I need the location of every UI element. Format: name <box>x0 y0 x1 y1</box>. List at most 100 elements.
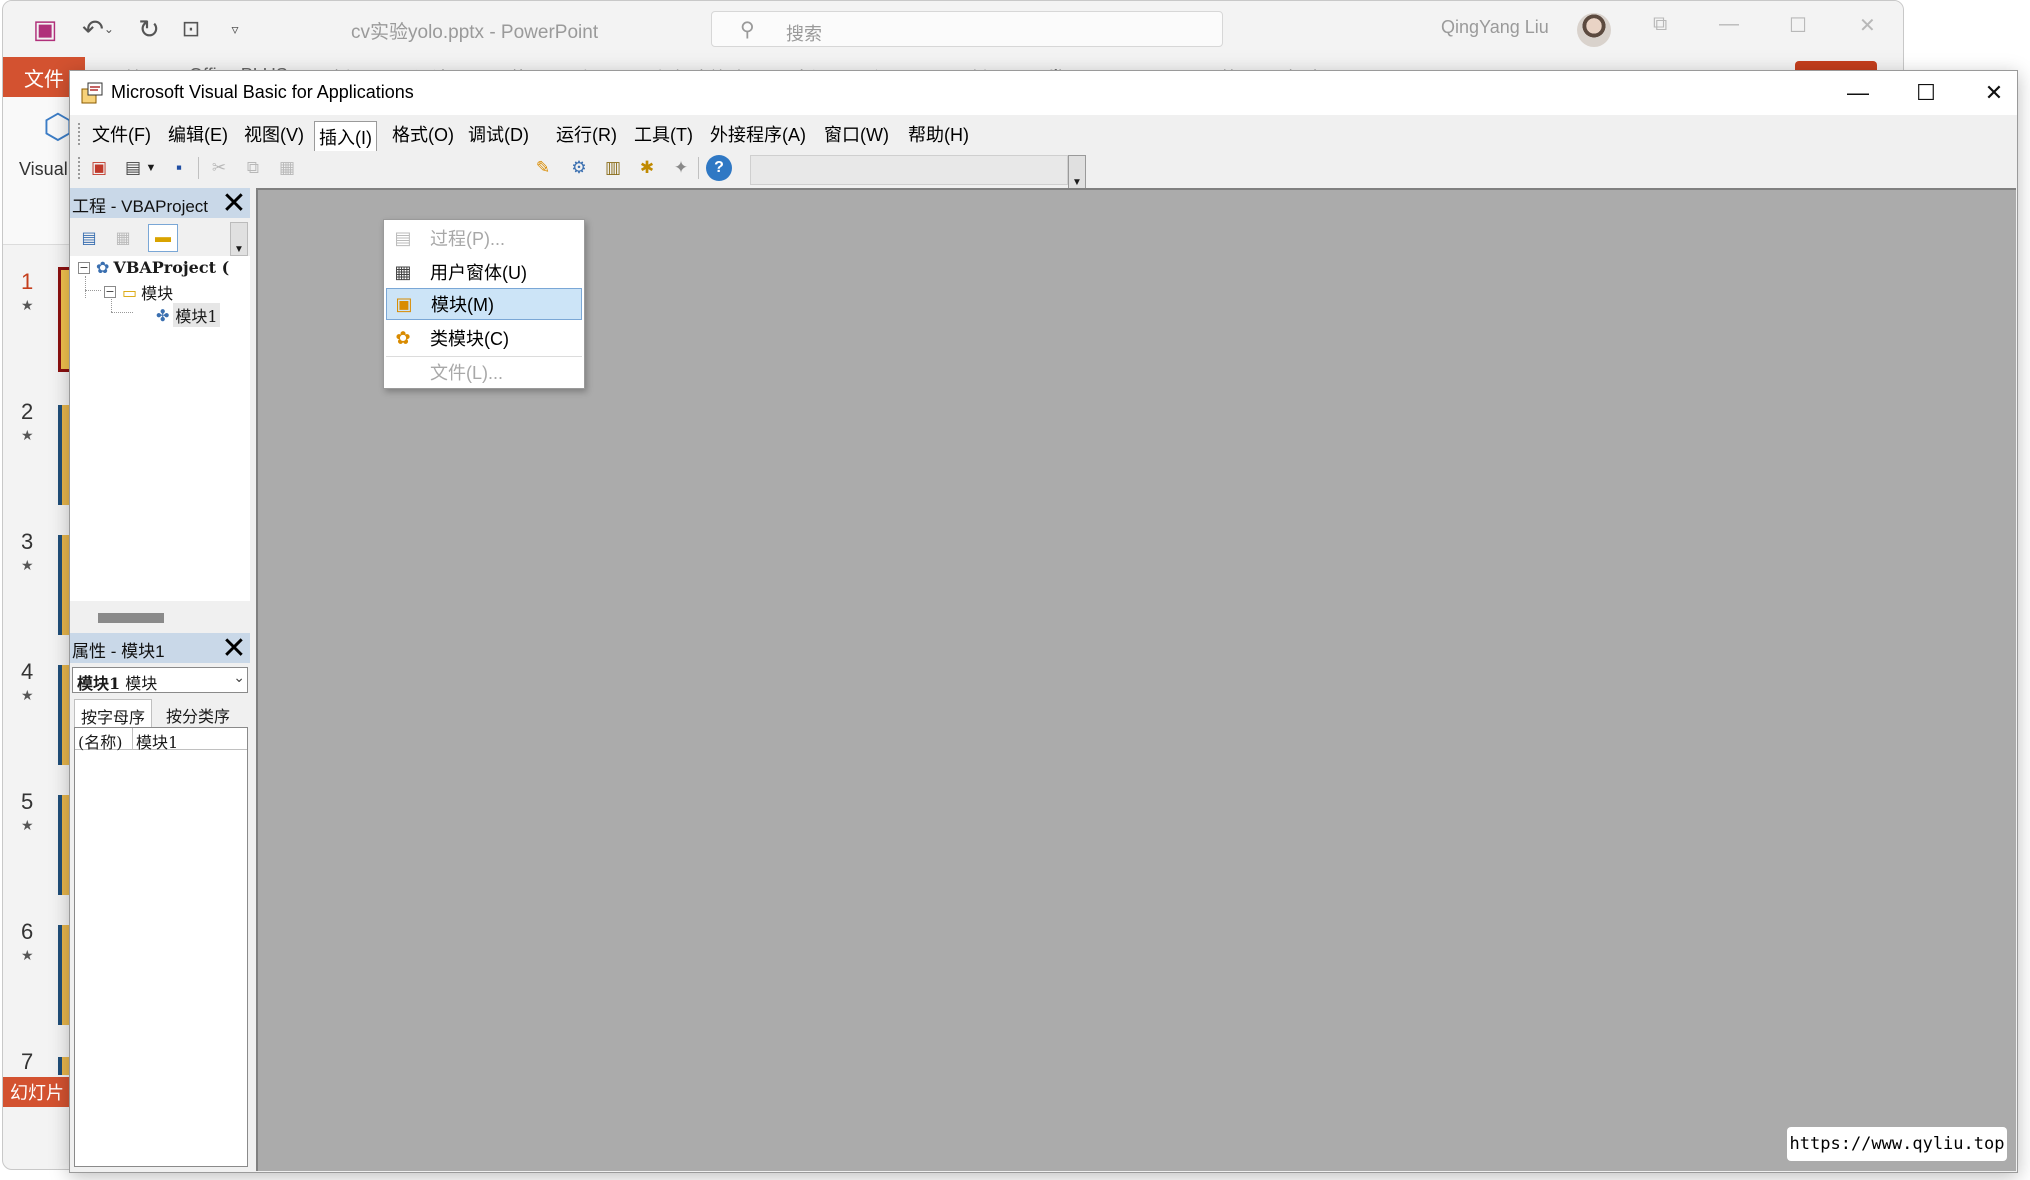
properties-window-icon[interactable]: ▥ <box>600 155 626 181</box>
copy-icon[interactable]: ⧉ <box>240 155 266 181</box>
menu-addins[interactable]: 外接程序(A) <box>706 121 810 147</box>
watermark: https://www.qyliu.top <box>1787 1127 2007 1161</box>
slide-number: 2 <box>21 399 34 424</box>
maximize-icon[interactable]: ☐ <box>1789 13 1807 38</box>
folder-icon: ▭ <box>122 282 138 302</box>
object-selector[interactable]: 模块1 模块 ⌄ <box>72 667 248 693</box>
position-indicator <box>750 155 1068 185</box>
project-scroll-arrow-icon[interactable]: ▼ <box>230 222 248 256</box>
cut-icon[interactable]: ✂ <box>206 155 232 181</box>
view-code-icon[interactable]: ▤ <box>74 224 104 252</box>
search-placeholder: 搜索 <box>786 24 822 44</box>
close-icon[interactable]: ✕ <box>1859 13 1876 38</box>
slide-thumbnails: 1 ★ 2 ★ 3 ★ 4 ★ 5 ★ 6 ★ 7 <box>3 245 72 1075</box>
toggle-folders-icon[interactable]: ▬ <box>148 224 178 252</box>
animation-star-icon: ★ <box>21 297 34 313</box>
view-host-icon[interactable]: ▣ <box>86 155 112 181</box>
ribbon-display-icon[interactable]: ⧉ <box>1653 13 1667 36</box>
animation-star-icon: ★ <box>21 427 34 443</box>
minimize-icon[interactable]: — <box>1719 13 1739 36</box>
project-tree: − ✿ VBAProject ( − ▭ 模块 ✤ 模块1 <box>70 256 248 601</box>
slide-number: 3 <box>21 529 34 554</box>
minimize-button[interactable]: — <box>1836 77 1880 109</box>
redo-icon[interactable]: ↻ <box>133 13 165 45</box>
scroll-thumb[interactable] <box>98 613 164 623</box>
vba-app-icon <box>81 82 103 104</box>
user-name[interactable]: QingYang Liu <box>1441 17 1549 38</box>
menu-format[interactable]: 格式(O) <box>388 121 458 147</box>
animation-star-icon: ★ <box>21 817 34 833</box>
design-mode-icon[interactable]: ✎ <box>530 155 556 181</box>
undo-icon[interactable]: ↶ ⌄ <box>75 13 121 45</box>
property-value[interactable]: 模块1 <box>133 728 181 752</box>
properties-window: 属性 - 模块1 ✕ 模块1 模块 ⌄ 按字母序 按分类序 (名称) 模块1 <box>70 631 250 1171</box>
menu-item-file[interactable]: 文件(L)... <box>386 356 582 388</box>
menu-run[interactable]: 运行(R) <box>552 121 621 147</box>
object-browser-icon[interactable]: ✱ <box>634 155 660 181</box>
visual-basic-label[interactable]: Visual <box>19 159 68 180</box>
menu-item-class-module[interactable]: ✿ 类模块(C) <box>386 322 582 354</box>
customize-qat-icon[interactable]: ▿ <box>223 13 247 45</box>
properties-close-icon[interactable]: ✕ <box>220 632 248 665</box>
collapse-icon[interactable]: − <box>104 286 116 298</box>
view-object-icon[interactable]: ▦ <box>108 224 138 252</box>
tab-alphabetic[interactable]: 按字母序 <box>74 699 153 729</box>
insert-dropdown-icon[interactable]: ▼ <box>144 155 158 181</box>
slide-number: 7 <box>21 1049 34 1074</box>
slide-number: 4 <box>21 659 34 684</box>
project-hscrollbar[interactable] <box>70 601 250 631</box>
help-icon[interactable]: ? <box>706 155 732 181</box>
project-explorer-icon[interactable]: ⚙ <box>566 155 592 181</box>
close-button[interactable]: ✕ <box>1972 77 2016 109</box>
slide-number: 1 <box>21 269 34 294</box>
vbaproject-icon: ✿ <box>96 258 110 277</box>
blank-icon <box>390 360 416 384</box>
menubar-grip[interactable] <box>78 123 81 145</box>
powerpoint-titlebar: ▣ ↶ ⌄ ↻ ⊡ ▿ cv实验yolo.pptx - PowerPoint ⚲ … <box>3 1 1903 57</box>
search-icon: ⚲ <box>740 19 755 41</box>
menu-item-module[interactable]: ▣ 模块(M) <box>386 288 582 320</box>
insert-dropdown-menu: ▤ 过程(P)... ▦ 用户窗体(U) ▣ 模块(M) ✿ 类模块(C) 文件… <box>383 219 585 389</box>
menu-item-label: 用户窗体(U) <box>430 263 527 283</box>
chevron-down-icon[interactable]: ⌄ <box>233 670 245 686</box>
insert-object-icon[interactable]: ▤ <box>120 155 146 181</box>
tab-categorized[interactable]: 按分类序 <box>160 699 236 729</box>
menu-debug[interactable]: 调试(D) <box>464 121 533 147</box>
present-icon[interactable]: ⊡ <box>175 13 207 45</box>
menu-window[interactable]: 窗口(W) <box>820 121 893 147</box>
property-key: (名称) <box>75 728 133 752</box>
vba-titlebar: Microsoft Visual Basic for Applications … <box>70 71 2017 115</box>
tree-label: VBAProject ( <box>113 258 230 277</box>
menu-view[interactable]: 视图(V) <box>240 121 308 147</box>
menu-tools[interactable]: 工具(T) <box>630 121 697 147</box>
paste-icon[interactable]: ▦ <box>274 155 300 181</box>
slide-number: 5 <box>21 789 34 814</box>
property-row[interactable]: (名称) 模块1 <box>75 728 247 752</box>
menu-help[interactable]: 帮助(H) <box>904 121 973 147</box>
tree-node-modules-folder[interactable]: − ▭ 模块 <box>104 280 173 304</box>
object-type: 模块 <box>125 674 158 693</box>
save-icon[interactable]: ▣ <box>29 13 61 45</box>
menu-edit[interactable]: 编辑(E) <box>164 121 232 147</box>
maximize-button[interactable]: ☐ <box>1904 77 1948 109</box>
tree-label: 模块 <box>141 284 174 303</box>
save-icon[interactable]: ▪ <box>166 155 192 181</box>
menu-item-label: 文件(L)... <box>430 363 504 383</box>
toolbar-overflow-icon[interactable]: ▼ <box>1068 155 1086 189</box>
tree-node-module1[interactable]: ✤ 模块1 <box>156 303 220 327</box>
menu-item-userform[interactable]: ▦ 用户窗体(U) <box>386 256 582 288</box>
project-toolbar: ▤ ▦ ▬ <box>70 218 250 256</box>
menu-insert[interactable]: 插入(I) <box>314 121 377 151</box>
collapse-icon[interactable]: − <box>78 261 90 274</box>
project-close-icon[interactable]: ✕ <box>220 187 248 220</box>
toolbox-icon[interactable]: ✦ <box>668 155 694 181</box>
toolbar-grip[interactable] <box>78 157 81 179</box>
menu-file[interactable]: 文件(F) <box>88 121 155 147</box>
class-module-icon: ✿ <box>395 327 411 348</box>
avatar[interactable] <box>1577 13 1611 47</box>
menu-item-procedure[interactable]: ▤ 过程(P)... <box>386 222 582 254</box>
tree-node-vbaproject[interactable]: − ✿ VBAProject ( <box>78 258 229 277</box>
tree-label: 模块1 <box>173 303 220 327</box>
window-title: Microsoft Visual Basic for Applications <box>111 82 414 102</box>
search-box[interactable]: ⚲ 搜索 <box>711 11 1223 47</box>
